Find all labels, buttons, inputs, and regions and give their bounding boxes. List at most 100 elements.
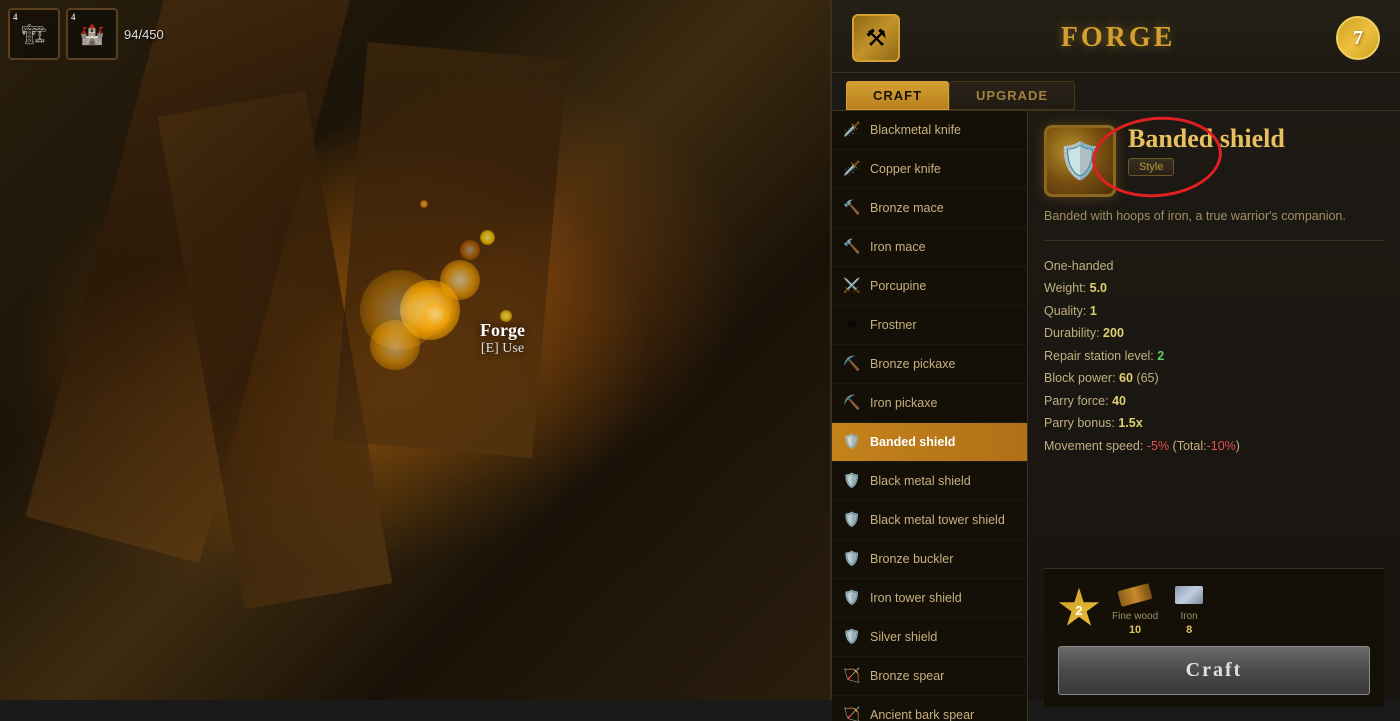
fine-wood-label: Fine wood (1112, 611, 1158, 622)
item-label-silver-shield: Silver shield (870, 630, 937, 644)
item-label-copper-knife: Copper knife (870, 162, 941, 176)
tabs-row: CRAFT UPGRADE (832, 73, 1400, 111)
list-item-black-metal-shield[interactable]: 🛡️ Black metal shield (832, 462, 1027, 501)
item-big-icon: 🛡️ (1044, 125, 1116, 197)
tab-craft[interactable]: CRAFT (846, 81, 949, 110)
item-icon-iron-tower-shield: 🛡️ (842, 588, 862, 608)
stat-weight: Weight: 5.0 (1044, 277, 1384, 300)
list-item-bronze-pickaxe[interactable]: ⛏️ Bronze pickaxe (832, 345, 1027, 384)
content-area: 🗡️ Blackmetal knife 🗡️ Copper knife 🔨 Br… (832, 111, 1400, 721)
list-item-copper-knife[interactable]: 🗡️ Copper knife (832, 150, 1027, 189)
iron-label: Iron (1181, 611, 1198, 622)
game-background: Forge [E] Use 4 🏗 4 🏰 94/450 (0, 0, 830, 700)
item-icon-bronze-spear: 🏹 (842, 666, 862, 686)
req-item-fine-wood: Fine wood 10 (1112, 581, 1158, 636)
bg-wood-3 (333, 42, 567, 458)
iron-count: 8 (1186, 624, 1192, 636)
list-item-iron-mace[interactable]: 🔨 Iron mace (832, 228, 1027, 267)
forge-label: Forge [E] Use (480, 320, 525, 357)
item-label-bronze-spear: Bronze spear (870, 669, 944, 683)
hud-item1-icon: 🏗 (21, 22, 46, 47)
quality-star-icon: 2 (1058, 588, 1100, 630)
list-item-banded-shield[interactable]: 🛡️ Banded shield (832, 423, 1027, 462)
hud-item-2[interactable]: 4 🏰 (66, 8, 118, 60)
item-label-iron-mace: Iron mace (870, 240, 926, 254)
stat-quality: Quality: 1 (1044, 300, 1384, 323)
panel-title: FORGE (1061, 22, 1176, 54)
forge-hint-label: [E] Use (480, 341, 525, 357)
item-icon-blackmetal-knife: 🗡️ (842, 120, 862, 140)
right-panel: ⚒ FORGE 7 CRAFT UPGRADE 🗡️ Blackmetal kn… (830, 0, 1400, 700)
spark-9 (420, 200, 428, 208)
quality-level: 2 (1075, 603, 1082, 618)
stat-divider-1 (1044, 240, 1384, 241)
list-item-porcupine[interactable]: ⚔️ Porcupine (832, 267, 1027, 306)
spark-7 (480, 230, 495, 245)
list-item-silver-shield[interactable]: 🛡️ Silver shield (832, 618, 1027, 657)
item-label-bronze-buckler: Bronze buckler (870, 552, 953, 566)
item-label-iron-tower-shield: Iron tower shield (870, 591, 962, 605)
item-label-black-metal-tower-shield: Black metal tower shield (870, 513, 1005, 527)
stat-movement-speed: Movement speed: -5% (Total:-10%) (1044, 435, 1384, 458)
stats-block: One-handed Weight: 5.0 Quality: 1 Durabi… (1044, 255, 1384, 458)
hud-item1-badge: 4 (13, 12, 18, 22)
panel-level-badge: 7 (1336, 16, 1380, 60)
stat-repair-station: Repair station level: 2 (1044, 345, 1384, 368)
list-item-frostner[interactable]: ❄ Frostner (832, 306, 1027, 345)
iron-icon-shape (1175, 586, 1203, 604)
fine-wood-icon (1116, 581, 1154, 609)
forge-name-label: Forge (480, 320, 525, 341)
hud-item2-icon: 🏰 (80, 22, 105, 47)
item-icon-porcupine: ⚔️ (842, 276, 862, 296)
stat-parry-bonus: Parry bonus: 1.5x (1044, 412, 1384, 435)
item-icon-black-metal-tower-shield: 🛡️ (842, 510, 862, 530)
item-description: Banded with hoops of iron, a true warrio… (1044, 207, 1384, 226)
tab-upgrade[interactable]: UPGRADE (949, 81, 1075, 110)
item-label-bronze-mace: Bronze mace (870, 201, 944, 215)
list-item-bronze-buckler[interactable]: 🛡️ Bronze buckler (832, 540, 1027, 579)
fine-wood-count: 10 (1129, 624, 1141, 636)
req-item-iron: Iron 8 (1170, 581, 1208, 636)
item-title-area: Banded shield Style (1128, 125, 1384, 176)
craft-requirements: 2 Fine wood 10 (1058, 581, 1370, 636)
forge-icon: ⚒ (852, 14, 900, 62)
item-label-blackmetal-knife: Blackmetal knife (870, 123, 961, 137)
spark-6 (360, 270, 440, 350)
item-label-ancient-bark-spear: Ancient bark spear (870, 708, 974, 721)
item-label-iron-pickaxe: Iron pickaxe (870, 396, 937, 410)
list-item-blackmetal-knife[interactable]: 🗡️ Blackmetal knife (832, 111, 1027, 150)
item-label-porcupine: Porcupine (870, 279, 926, 293)
hud-item2-badge: 4 (71, 12, 76, 22)
item-icon-iron-mace: 🔨 (842, 237, 862, 257)
stat-block-power: Block power: 60 (65) (1044, 367, 1384, 390)
list-item-iron-tower-shield[interactable]: 🛡️ Iron tower shield (832, 579, 1027, 618)
hud-count: 94/450 (124, 27, 164, 42)
list-item-iron-pickaxe[interactable]: ⛏️ Iron pickaxe (832, 384, 1027, 423)
craft-button[interactable]: Craft (1058, 646, 1370, 695)
craft-footer: 2 Fine wood 10 (1044, 568, 1384, 707)
list-item-bronze-spear[interactable]: 🏹 Bronze spear (832, 657, 1027, 696)
item-icon-copper-knife: 🗡️ (842, 159, 862, 179)
style-badge[interactable]: Style (1128, 158, 1174, 176)
hud-item-1[interactable]: 4 🏗 (8, 8, 60, 60)
item-name: Banded shield (1128, 125, 1384, 154)
item-label-bronze-pickaxe: Bronze pickaxe (870, 357, 955, 371)
forge-icon-glyph: ⚒ (865, 24, 887, 53)
item-icon-black-metal-shield: 🛡️ (842, 471, 862, 491)
detail-panel: 🛡️ Banded shield Style Banded with hoops… (1028, 111, 1400, 721)
item-label-banded-shield: Banded shield (870, 435, 955, 449)
iron-icon (1170, 581, 1208, 609)
fine-wood-icon-shape (1118, 583, 1153, 607)
item-list[interactable]: 🗡️ Blackmetal knife 🗡️ Copper knife 🔨 Br… (832, 111, 1028, 721)
item-icon-iron-pickaxe: ⛏️ (842, 393, 862, 413)
spark-2 (440, 260, 480, 300)
list-item-black-metal-tower-shield[interactable]: 🛡️ Black metal tower shield (832, 501, 1027, 540)
item-icon-bronze-mace: 🔨 (842, 198, 862, 218)
item-icon-ancient-bark-spear: 🏹 (842, 705, 862, 721)
item-header: 🛡️ Banded shield Style (1044, 125, 1384, 197)
item-label-frostner: Frostner (870, 318, 917, 332)
list-item-bronze-mace[interactable]: 🔨 Bronze mace (832, 189, 1027, 228)
stat-type: One-handed (1044, 255, 1384, 278)
item-icon-bronze-buckler: 🛡️ (842, 549, 862, 569)
item-label-black-metal-shield: Black metal shield (870, 474, 971, 488)
